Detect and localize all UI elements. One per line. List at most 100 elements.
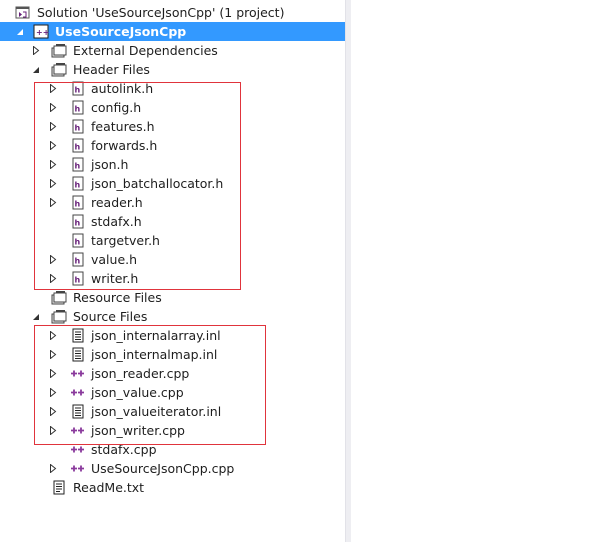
tree-row-resource-files[interactable]: Resource Files <box>0 288 345 307</box>
svg-text:h: h <box>75 200 81 209</box>
header-file-icon: h <box>70 100 86 115</box>
header-file-icon: h <box>70 233 86 248</box>
svg-text:h: h <box>75 276 81 285</box>
tree-row-solution[interactable]: Solution 'UseSourceJsonCpp' (1 project) <box>0 3 345 22</box>
filter-folder-icon <box>51 43 67 58</box>
header-file-icon: h <box>70 119 86 134</box>
tree-row-header-file[interactable]: h writer.h <box>0 269 345 288</box>
readme-label: ReadMe.txt <box>73 480 145 495</box>
svg-text:h: h <box>75 86 81 95</box>
tree-row-source-file[interactable]: stdafx.cpp <box>0 440 345 459</box>
tree-row-header-file[interactable]: h autolink.h <box>0 79 345 98</box>
tree-row-external-dependencies[interactable]: External Dependencies <box>0 41 345 60</box>
solution-explorer: Solution 'UseSourceJsonCpp' (1 project) … <box>0 0 345 542</box>
cpp-project-icon: ++ <box>33 24 49 39</box>
svg-text:h: h <box>75 257 81 266</box>
file-label: UseSourceJsonCpp.cpp <box>91 461 235 476</box>
collapsed-arrow-icon[interactable] <box>47 421 59 440</box>
tree-row-header-file[interactable]: h targetver.h <box>0 231 345 250</box>
tree-row-header-file[interactable]: h reader.h <box>0 193 345 212</box>
file-label: value.h <box>91 252 138 267</box>
tree-row-header-file[interactable]: h features.h <box>0 117 345 136</box>
tree-row-header-file[interactable]: h json.h <box>0 155 345 174</box>
svg-text:h: h <box>75 162 81 171</box>
cpp-file-icon <box>70 461 86 476</box>
collapsed-arrow-icon[interactable] <box>47 383 59 402</box>
tree-row-source-file[interactable]: json_internalarray.inl <box>0 326 345 345</box>
solution-icon <box>15 5 31 20</box>
tree-row-source-file[interactable]: json_internalmap.inl <box>0 345 345 364</box>
collapsed-arrow-icon[interactable] <box>47 155 59 174</box>
inline-file-icon <box>70 347 86 362</box>
file-label: json_internalarray.inl <box>91 328 221 343</box>
file-label: targetver.h <box>91 233 160 248</box>
header-file-icon: h <box>70 195 86 210</box>
svg-text:++: ++ <box>36 28 49 37</box>
header-file-icon: h <box>70 214 86 229</box>
file-label: json_internalmap.inl <box>91 347 218 362</box>
tree-row-header-file[interactable]: h value.h <box>0 250 345 269</box>
collapsed-arrow-icon[interactable] <box>47 174 59 193</box>
header-file-icon: h <box>70 271 86 286</box>
collapsed-arrow-icon[interactable] <box>47 193 59 212</box>
filter-folder-icon <box>51 290 67 305</box>
file-label: json_writer.cpp <box>91 423 185 438</box>
file-label: json_value.cpp <box>91 385 184 400</box>
resource-files-label: Resource Files <box>73 290 162 305</box>
tree-row-project[interactable]: ++ UseSourceJsonCpp <box>0 22 345 41</box>
file-label: json.h <box>91 157 129 172</box>
file-label: forwards.h <box>91 138 158 153</box>
svg-text:h: h <box>75 124 81 133</box>
file-label: config.h <box>91 100 142 115</box>
collapsed-arrow-icon[interactable] <box>47 269 59 288</box>
collapsed-arrow-icon[interactable] <box>47 136 59 155</box>
expanded-arrow-icon[interactable] <box>14 22 26 41</box>
collapsed-arrow-icon[interactable] <box>47 326 59 345</box>
tree-row-header-file[interactable]: h stdafx.h <box>0 212 345 231</box>
text-file-icon <box>51 480 67 495</box>
inline-file-icon <box>70 404 86 419</box>
svg-text:h: h <box>75 219 81 228</box>
svg-text:h: h <box>75 181 81 190</box>
cpp-file-icon <box>70 423 86 438</box>
project-label: UseSourceJsonCpp <box>55 24 187 39</box>
tree-row-source-file[interactable]: json_value.cpp <box>0 383 345 402</box>
collapsed-arrow-icon[interactable] <box>47 98 59 117</box>
tree-row-source-files[interactable]: Source Files <box>0 307 345 326</box>
collapsed-arrow-icon[interactable] <box>47 250 59 269</box>
file-label: features.h <box>91 119 155 134</box>
collapsed-arrow-icon[interactable] <box>47 79 59 98</box>
expanded-arrow-icon[interactable] <box>30 60 42 79</box>
collapsed-arrow-icon[interactable] <box>30 41 42 60</box>
filter-folder-icon <box>51 309 67 324</box>
tree-row-header-file[interactable]: h config.h <box>0 98 345 117</box>
collapsed-arrow-icon[interactable] <box>47 117 59 136</box>
header-file-icon: h <box>70 81 86 96</box>
header-file-icon: h <box>70 138 86 153</box>
header-file-icon: h <box>70 252 86 267</box>
cpp-file-icon <box>70 385 86 400</box>
tree-row-readme[interactable]: ReadMe.txt <box>0 478 345 497</box>
svg-text:h: h <box>75 105 81 114</box>
collapsed-arrow-icon[interactable] <box>47 364 59 383</box>
collapsed-arrow-icon[interactable] <box>47 345 59 364</box>
empty-pane <box>351 0 614 542</box>
tree-row-header-file[interactable]: h forwards.h <box>0 136 345 155</box>
file-label: reader.h <box>91 195 143 210</box>
expanded-arrow-icon[interactable] <box>30 307 42 326</box>
tree-row-source-file[interactable]: json_writer.cpp <box>0 421 345 440</box>
tree-row-header-files[interactable]: Header Files <box>0 60 345 79</box>
tree-row-header-file[interactable]: h json_batchallocator.h <box>0 174 345 193</box>
source-files-label: Source Files <box>73 309 148 324</box>
file-label: stdafx.cpp <box>91 442 157 457</box>
file-label: json_valueiterator.inl <box>91 404 222 419</box>
cpp-file-icon <box>70 366 86 381</box>
tree-row-source-file[interactable]: json_valueiterator.inl <box>0 402 345 421</box>
tree-row-source-file[interactable]: UseSourceJsonCpp.cpp <box>0 459 345 478</box>
file-label: autolink.h <box>91 81 154 96</box>
collapsed-arrow-icon[interactable] <box>47 459 59 478</box>
svg-text:h: h <box>75 238 81 247</box>
tree-row-source-file[interactable]: json_reader.cpp <box>0 364 345 383</box>
external-dependencies-label: External Dependencies <box>73 43 218 58</box>
collapsed-arrow-icon[interactable] <box>47 402 59 421</box>
